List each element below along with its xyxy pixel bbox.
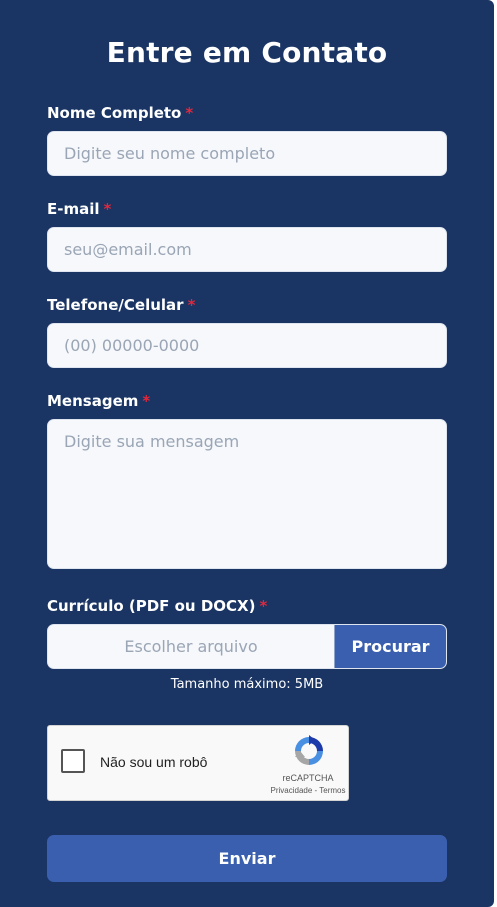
required-marker: *: [185, 104, 194, 122]
recaptcha-checkbox[interactable]: [61, 749, 85, 773]
resume-label: Currículo (PDF ou DOCX) *: [47, 597, 267, 615]
email-label: E-mail *: [47, 200, 111, 218]
phone-label-text: Telefone/Celular: [47, 296, 184, 314]
resume-file-input[interactable]: Escolher arquivo Procurar: [47, 624, 447, 669]
required-marker: *: [103, 200, 112, 218]
required-marker: *: [259, 597, 268, 615]
browse-button[interactable]: Procurar: [334, 625, 446, 668]
resume-label-text: Currículo (PDF ou DOCX): [47, 597, 256, 615]
recaptcha-links: Privacidade - Termos: [248, 786, 368, 795]
name-input[interactable]: [47, 131, 447, 176]
message-label-text: Mensagem: [47, 392, 139, 410]
form-title: Entre em Contato: [106, 36, 388, 69]
required-marker: *: [187, 296, 196, 314]
recaptcha-label: Não sou um robô: [100, 754, 208, 770]
contact-form-panel: Entre em Contato Nome Completo* E-mail* …: [0, 0, 494, 907]
name-label-text: Nome Completo: [47, 104, 182, 122]
email-input[interactable]: [47, 227, 447, 272]
max-size-note: Tamanho máximo: 5MB: [170, 677, 324, 692]
phone-input[interactable]: [47, 323, 447, 368]
name-label: Nome Completo *: [47, 104, 193, 122]
phone-label: Telefone/Celular *: [47, 296, 195, 314]
message-textarea[interactable]: [47, 419, 447, 569]
privacy-link[interactable]: Privacidade: [270, 786, 312, 795]
message-label: Mensagem *: [47, 392, 150, 410]
email-label-text: E-mail: [47, 200, 100, 218]
terms-link[interactable]: Termos: [319, 786, 345, 795]
recaptcha-logo-icon: [295, 735, 323, 765]
recaptcha-brand: reCAPTCHA: [282, 773, 334, 783]
required-marker: *: [142, 392, 151, 410]
submit-button[interactable]: Enviar: [47, 835, 447, 882]
file-placeholder[interactable]: Escolher arquivo: [48, 625, 334, 668]
recaptcha-widget: Não sou um robô reCAPTCHA Privacidade - …: [47, 725, 349, 801]
